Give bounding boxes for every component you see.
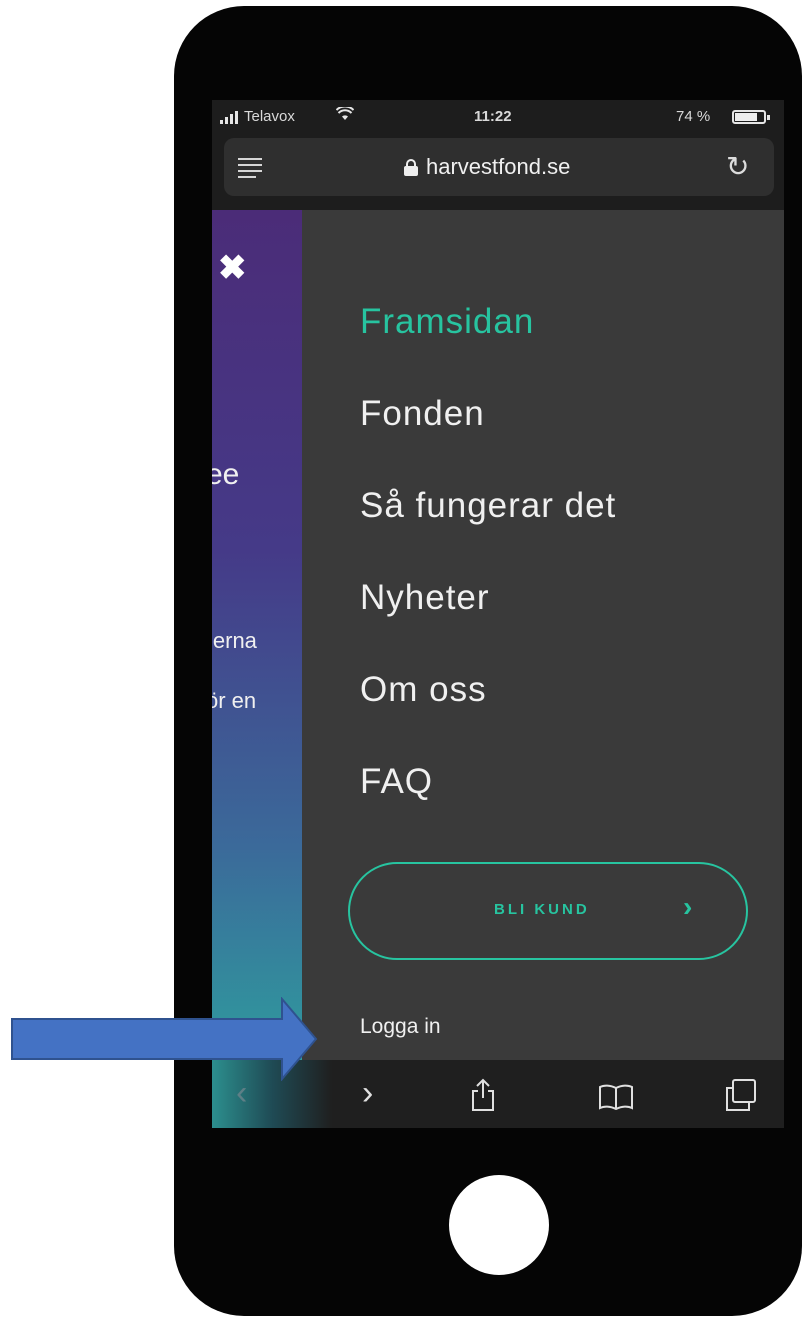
signal-icon bbox=[220, 110, 238, 124]
close-icon[interactable]: ✖ bbox=[218, 248, 247, 288]
bli-kund-label: BLI KUND bbox=[494, 901, 590, 918]
url-domain[interactable]: harvestfond.se bbox=[426, 154, 570, 180]
reload-icon[interactable]: ↻ bbox=[726, 150, 749, 183]
behind-text-fragment: ör en bbox=[212, 688, 257, 713]
wifi-icon bbox=[335, 105, 355, 125]
menu-item-om-oss[interactable]: Om oss bbox=[360, 670, 487, 710]
lock-icon bbox=[404, 159, 418, 176]
status-time: 11:22 bbox=[474, 108, 512, 125]
page-behind-overlay: ✖ ee ierna ör en bbox=[212, 210, 302, 1060]
menu-item-faq[interactable]: FAQ bbox=[360, 762, 433, 802]
bli-kund-button[interactable]: BLI KUND › bbox=[348, 862, 748, 960]
carrier-name: Telavox bbox=[244, 108, 295, 125]
forward-icon[interactable]: › bbox=[362, 1074, 373, 1113]
reader-icon[interactable] bbox=[238, 158, 262, 182]
share-icon[interactable] bbox=[470, 1078, 496, 1112]
address-bar[interactable]: harvestfond.se ↻ bbox=[224, 138, 774, 196]
annotation-arrow-icon bbox=[11, 997, 318, 1081]
battery-fill bbox=[735, 113, 758, 121]
status-bar: Telavox 11:22 74 % bbox=[212, 100, 784, 136]
behind-text-fragment: ierna bbox=[212, 628, 257, 653]
navigation-menu: Framsidan Fonden Så fungerar det Nyheter… bbox=[302, 210, 784, 1060]
menu-item-sa-fungerar-det[interactable]: Så fungerar det bbox=[360, 486, 616, 526]
battery-percent: 74 % bbox=[676, 108, 711, 125]
menu-item-framsidan[interactable]: Framsidan bbox=[360, 302, 534, 342]
battery-icon bbox=[732, 110, 770, 124]
chevron-right-icon: › bbox=[683, 891, 693, 922]
menu-item-nyheter[interactable]: Nyheter bbox=[360, 578, 490, 618]
behind-text-fragment: ee bbox=[212, 458, 240, 491]
browser-address-area: harvestfond.se ↻ bbox=[212, 136, 784, 210]
phone-screen: Telavox 11:22 74 % harvestfond.se ↻ ✖ ee… bbox=[212, 100, 784, 1128]
bookmarks-icon[interactable] bbox=[598, 1084, 634, 1111]
home-button[interactable] bbox=[449, 1175, 549, 1275]
tabs-icon[interactable] bbox=[724, 1078, 758, 1112]
login-link[interactable]: Logga in bbox=[360, 1015, 441, 1039]
menu-item-fonden[interactable]: Fonden bbox=[360, 394, 485, 434]
